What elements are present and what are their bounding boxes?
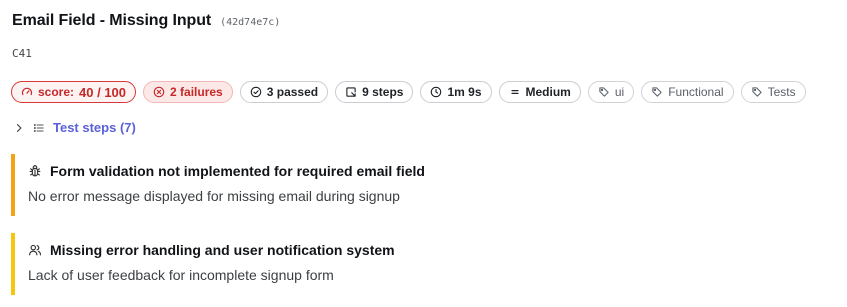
badge-row: score: 40 / 100 2 failures 3 passed 9 st…: [11, 81, 806, 103]
tag-ui[interactable]: ui: [587, 81, 635, 103]
duration-badge[interactable]: 1m 9s: [420, 81, 492, 103]
steps-label: 9 steps: [362, 85, 404, 99]
test-steps-toggle[interactable]: Test steps (7): [13, 120, 136, 135]
steps-badge[interactable]: 9 steps: [335, 81, 414, 103]
tag-icon: [751, 87, 762, 97]
priority-badge[interactable]: Medium: [498, 81, 581, 103]
passed-badge[interactable]: 3 passed: [239, 81, 329, 103]
issue-header: Form validation not implemented for requ…: [28, 163, 425, 179]
tag-tests[interactable]: Tests: [740, 81, 806, 103]
list-icon: [33, 123, 44, 132]
issue-header: Missing error handling and user notifica…: [28, 242, 395, 258]
bug-icon: [29, 165, 41, 177]
page-header: Email Field - Missing Input (42d74e7c): [12, 12, 280, 30]
score-value: 40 / 100: [79, 84, 127, 100]
tag-label: Tests: [767, 85, 796, 99]
clock-icon: [431, 86, 442, 98]
users-icon: [29, 244, 41, 256]
failures-label: 2 failures: [170, 85, 223, 99]
chevron-right-icon: [16, 123, 22, 132]
tag-icon: [599, 87, 609, 97]
issue-title: Form validation not implemented for requ…: [50, 163, 425, 179]
issue-card: Form validation not implemented for requ…: [11, 154, 837, 216]
tag-label: Functional: [668, 85, 724, 99]
score-badge[interactable]: score: 40 / 100: [11, 81, 137, 103]
issue-description: No error message displayed for missing e…: [28, 188, 400, 204]
issue-card: Missing error handling and user notifica…: [11, 233, 837, 295]
passed-label: 3 passed: [266, 85, 319, 99]
equals-icon: [510, 90, 519, 94]
check-circle-icon: [250, 86, 262, 98]
score-label: score:: [38, 85, 75, 99]
tag-functional[interactable]: Functional: [641, 81, 734, 103]
gauge-icon: [21, 87, 33, 96]
test-code: C41: [12, 47, 32, 60]
x-circle-icon: [153, 86, 165, 98]
page-title: Email Field - Missing Input: [12, 12, 212, 29]
issue-description: Lack of user feedback for incomplete sig…: [28, 267, 334, 283]
issue-title: Missing error handling and user notifica…: [50, 242, 395, 258]
steps-icon: [346, 87, 356, 97]
tag-label: ui: [614, 85, 625, 99]
test-hash: (42d74e7c): [220, 17, 281, 28]
duration-label: 1m 9s: [447, 85, 482, 99]
priority-label: Medium: [525, 85, 571, 99]
failures-badge[interactable]: 2 failures: [143, 81, 233, 103]
tag-icon: [652, 87, 662, 97]
test-steps-link[interactable]: Test steps (7): [53, 120, 136, 135]
